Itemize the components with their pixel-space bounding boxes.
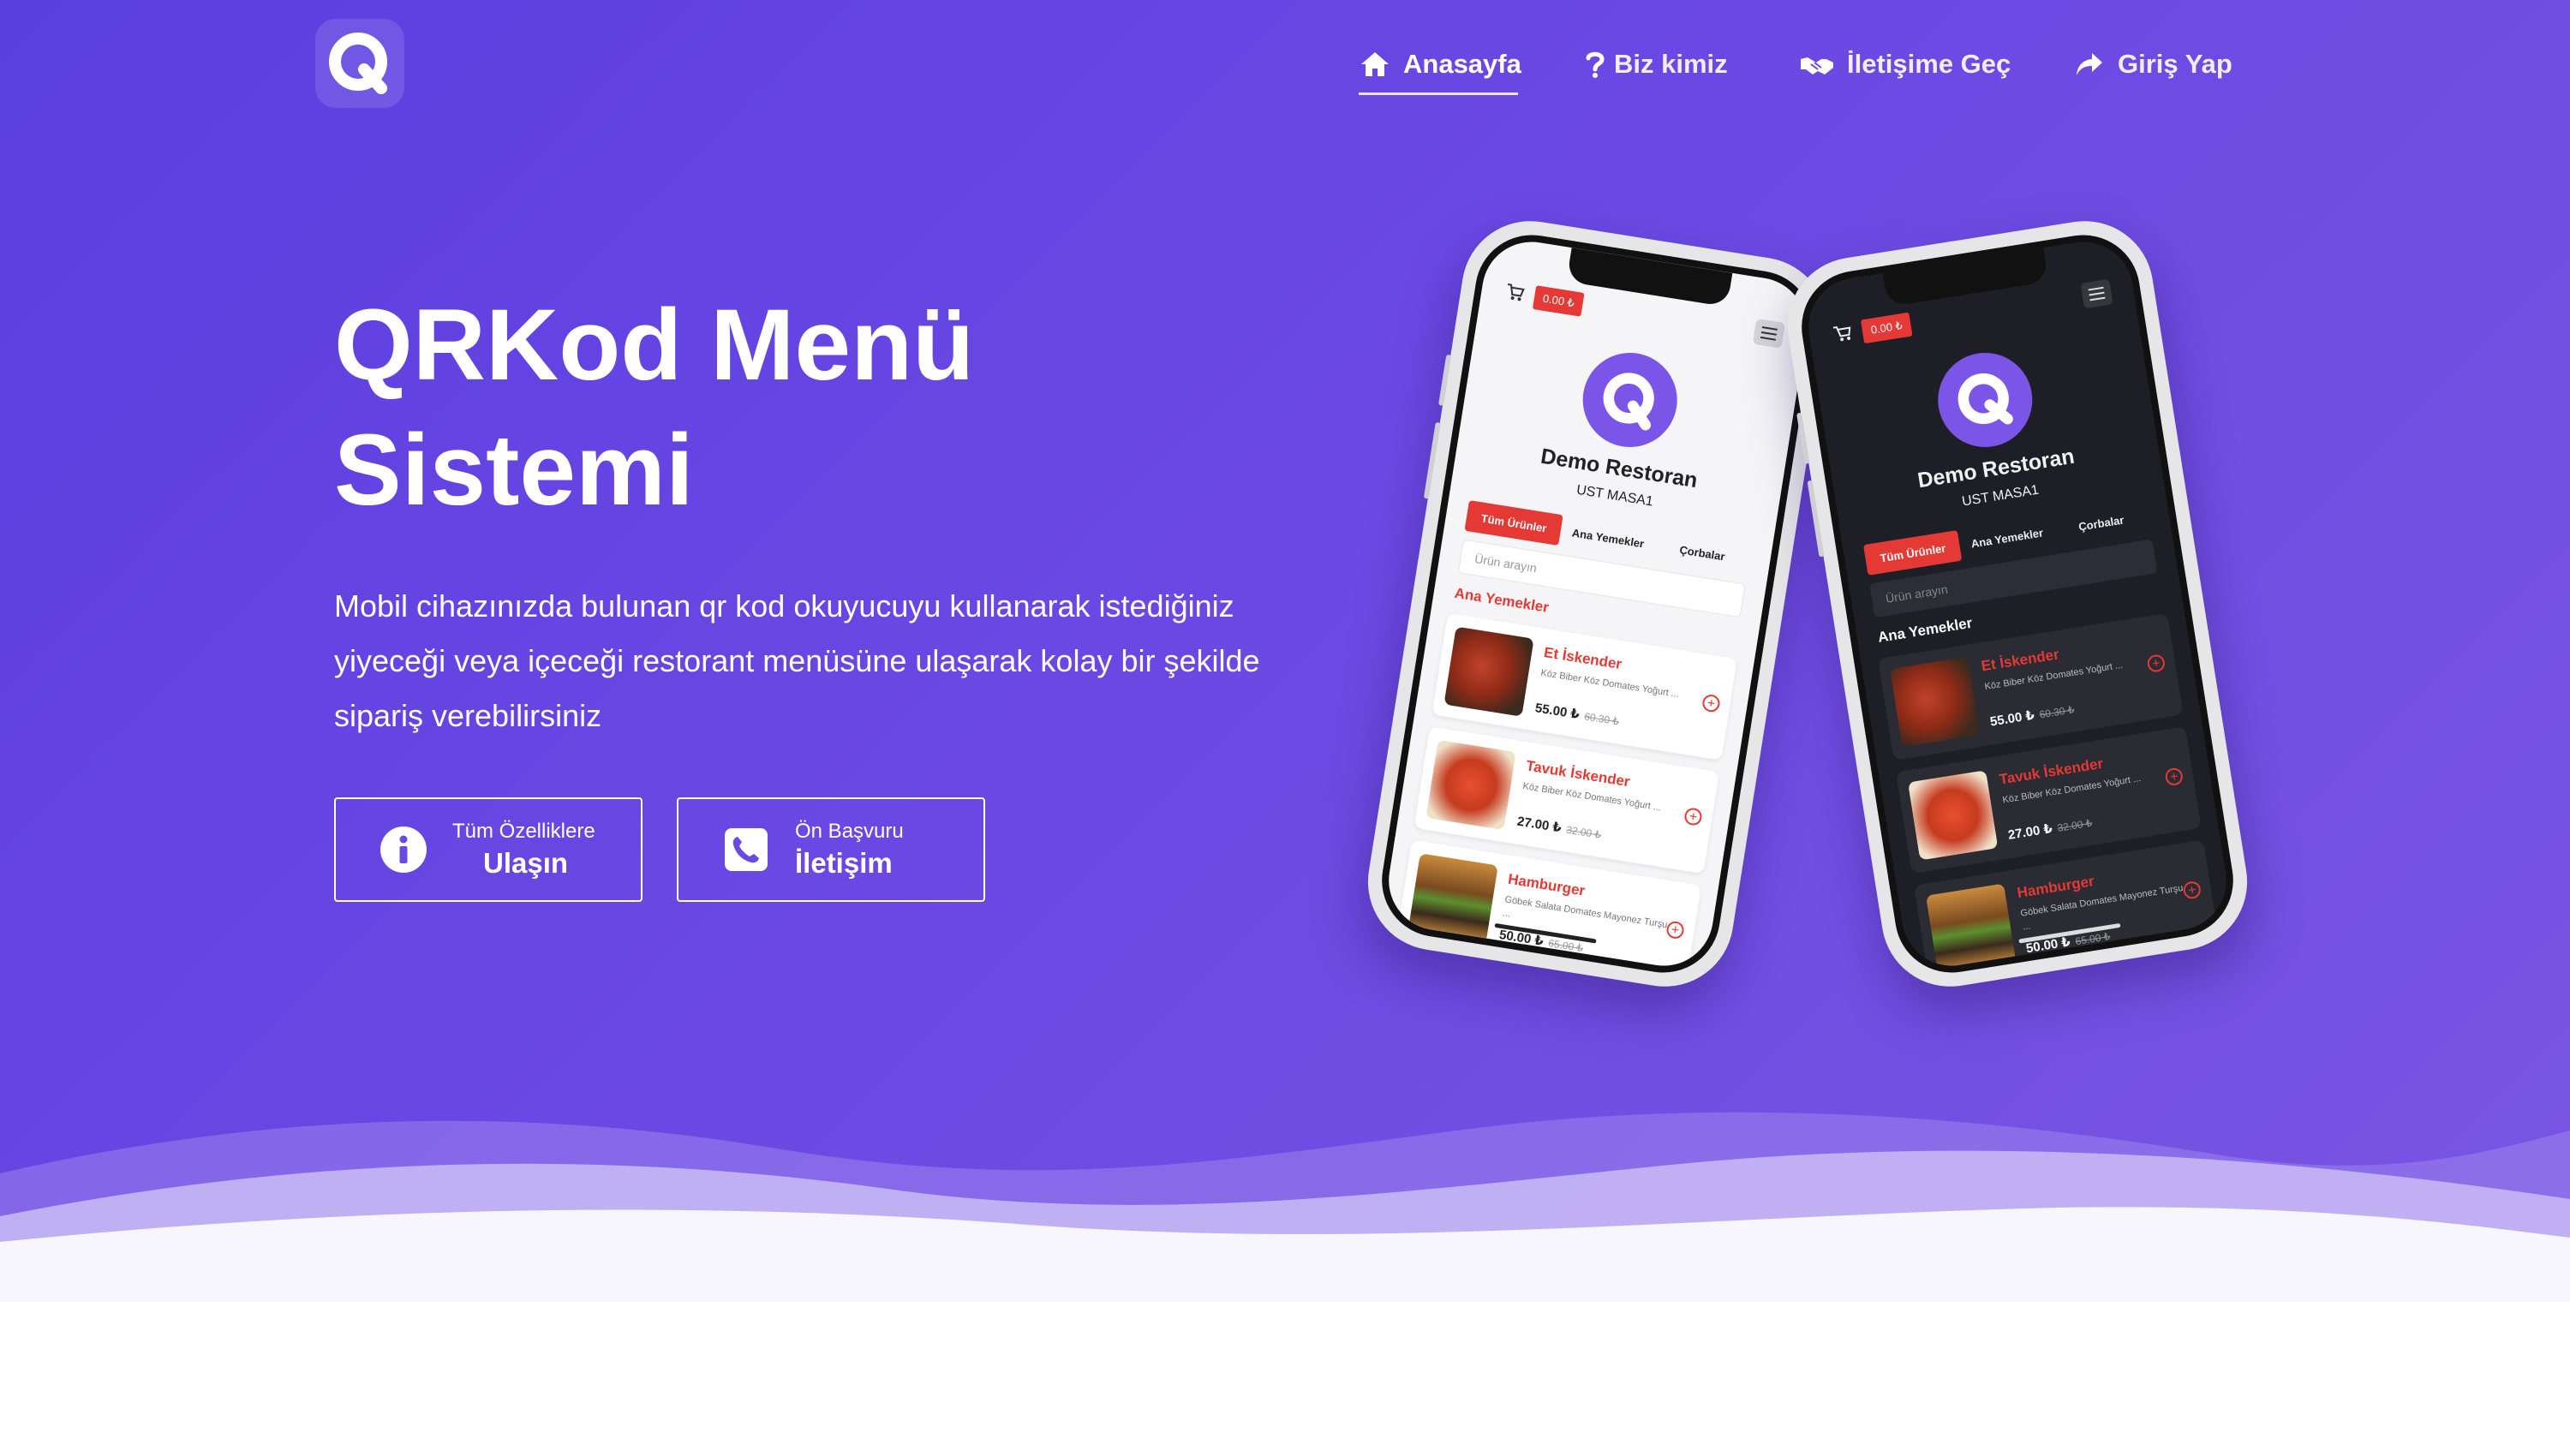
contact-button-small: Ön Başvuru xyxy=(795,820,904,843)
share-arrow-icon xyxy=(2073,50,2106,79)
features-button-text: Tüm Özelliklere Ulaşın xyxy=(452,818,595,881)
nav-about-label: Biz kimiz xyxy=(1614,49,1728,79)
nav-login-label: Giriş Yap xyxy=(2118,49,2232,79)
nav-active-indicator xyxy=(1359,92,1518,95)
product-image xyxy=(1908,770,1999,861)
phone-side-button xyxy=(1807,480,1825,558)
phone-mockup-light: 0.00 ₺ Demo Restoran UST MASA1 Tüm Ürünl… xyxy=(1358,211,1838,997)
add-to-cart-icon[interactable]: + xyxy=(1683,807,1703,826)
product-list: Et İskender Köz Biber Köz Domates Yoğurt… xyxy=(1394,612,1737,982)
product-price: 27.00 ₺ 32.00 ₺ xyxy=(2007,815,2094,843)
price-old: 32.00 ₺ xyxy=(1565,823,1603,841)
contact-button-big: İletişim xyxy=(795,847,893,879)
hero-description: Mobil cihazınızda bulunan qr kod okuyucu… xyxy=(334,579,1294,743)
contact-button[interactable]: Ön Başvuru İletişim xyxy=(677,797,985,902)
tab-soups[interactable]: Çorbalar xyxy=(2052,500,2151,546)
nav-about[interactable]: Biz kimiz xyxy=(1585,43,1728,86)
hero-section: Anasayfa Biz kimiz İletişime Geç Giriş Y… xyxy=(0,0,2570,1302)
nav-home-label: Anasayfa xyxy=(1403,49,1521,79)
category-heading: Ana Yemekler xyxy=(1453,584,1551,616)
home-icon xyxy=(1359,50,1391,79)
add-to-cart-icon[interactable]: + xyxy=(2146,653,2167,673)
lead-line-3: sipariş verebilirsiniz xyxy=(334,698,602,733)
product-image xyxy=(1890,656,1981,748)
phone-notch xyxy=(1882,248,2049,307)
add-to-cart-icon[interactable]: + xyxy=(1701,693,1721,713)
price-current: 27.00 ₺ xyxy=(2006,820,2054,843)
handshake-icon xyxy=(1799,50,1835,79)
add-to-cart-icon[interactable]: + xyxy=(1665,920,1685,940)
cart-total-badge[interactable]: 0.00 ₺ xyxy=(1860,312,1913,344)
category-heading: Ana Yemekler xyxy=(1876,614,1974,646)
product-image xyxy=(1408,853,1498,944)
phone-screen: 0.00 ₺ Demo Restoran UST MASA1 Tüm Ürünl… xyxy=(1373,226,1822,982)
hero-wave-divider xyxy=(0,1112,2570,1302)
price-old: 60.30 ₺ xyxy=(1583,710,1621,728)
question-icon xyxy=(1585,50,1605,79)
price-current: 55.00 ₺ xyxy=(1533,701,1581,723)
restaurant-logo xyxy=(1931,346,2040,454)
price-old: 60.30 ₺ xyxy=(2038,703,2076,721)
product-image xyxy=(1926,883,2017,974)
phone-mockup-dark: 0.00 ₺ Demo Restoran UST MASA1 Tüm Ürünl… xyxy=(1778,211,2257,997)
nav-contact[interactable]: İletişime Geç xyxy=(1799,43,2011,86)
nav-login[interactable]: Giriş Yap xyxy=(2073,43,2232,86)
lead-line-1: Mobil cihazınızda bulunan qr kod okuyucu… xyxy=(334,588,1234,624)
price-current: 27.00 ₺ xyxy=(1515,814,1563,836)
product-price: 27.00 ₺ 32.00 ₺ xyxy=(1516,814,1603,842)
product-description: Köz Biber Köz Domates Yoğurt ... xyxy=(1539,667,1680,701)
features-button[interactable]: Tüm Özelliklere Ulaşın xyxy=(334,797,642,902)
product-price: 55.00 ₺ 60.30 ₺ xyxy=(1534,700,1621,728)
cart-icon[interactable] xyxy=(1504,283,1526,302)
tab-main-dishes[interactable]: Ana Yemekler xyxy=(1957,515,2057,560)
contact-button-text: Ön Başvuru İletişim xyxy=(795,818,904,881)
q-logo-icon xyxy=(329,33,387,94)
price-current: 55.00 ₺ xyxy=(1988,707,2036,730)
product-image xyxy=(1443,626,1534,717)
q-logo-icon xyxy=(1957,373,2013,425)
hamburger-menu-icon[interactable] xyxy=(1752,318,1785,349)
phone-side-button xyxy=(1437,354,1452,406)
nav-home[interactable]: Anasayfa xyxy=(1359,43,1521,86)
tab-all-products[interactable]: Tüm Ürünler xyxy=(1863,529,1963,576)
phone-screen: 0.00 ₺ Demo Restoran UST MASA1 Tüm Ürünl… xyxy=(1793,226,2242,982)
product-price: 55.00 ₺ 60.30 ₺ xyxy=(1989,701,2076,729)
info-icon xyxy=(379,825,428,874)
phone-icon xyxy=(721,825,771,874)
phone-notch xyxy=(1566,248,1733,307)
product-list: Et İskender Köz Biber Köz Domates Yoğurt… xyxy=(1878,612,2221,982)
title-line-2: Sistemi xyxy=(334,414,694,527)
q-logo-icon xyxy=(1603,373,1654,431)
cart-total-badge[interactable]: 0.00 ₺ xyxy=(1532,285,1585,317)
cart-icon[interactable] xyxy=(1832,323,1854,343)
features-button-big: Ulaşın xyxy=(483,847,569,879)
tab-all-products[interactable]: Tüm Ürünler xyxy=(1464,500,1564,546)
tab-main-dishes[interactable]: Ana Yemekler xyxy=(1558,515,1658,560)
page-title: QRKod Menü Sistemi xyxy=(334,283,1105,533)
lead-line-2: yiyeceği veya içeceği restorant menüsüne… xyxy=(334,643,1260,678)
product-image xyxy=(1425,739,1516,831)
restaurant-logo xyxy=(1575,346,1684,454)
features-button-small: Tüm Özelliklere xyxy=(452,820,595,843)
price-old: 32.00 ₺ xyxy=(2056,816,2094,834)
tab-soups[interactable]: Çorbalar xyxy=(1653,530,1752,576)
nav-contact-label: İletişime Geç xyxy=(1847,49,2011,79)
brand-logo[interactable] xyxy=(315,19,404,108)
hamburger-menu-icon[interactable] xyxy=(2080,278,2113,309)
title-line-1: QRKod Menü xyxy=(334,289,975,402)
phone-side-button xyxy=(1423,421,1441,499)
add-to-cart-icon[interactable]: + xyxy=(2164,767,2184,787)
